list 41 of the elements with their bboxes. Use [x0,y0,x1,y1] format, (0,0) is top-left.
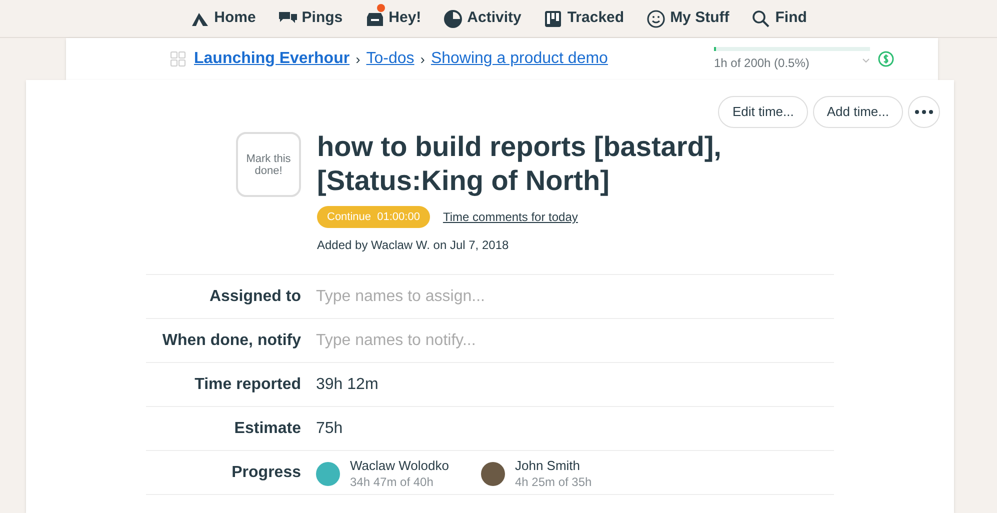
field-value: 39h 12m [316,374,378,394]
nav-link[interactable]: Find [751,7,807,30]
action-button[interactable]: Add time... [812,96,903,128]
mark-done-button[interactable]: Mark this done! [236,132,301,197]
person-name: Waclaw Wolodko [350,458,449,474]
budget-reading: 1h of 200h (0.5%) [714,54,810,72]
person-name: John Smith [514,458,582,474]
names-field[interactable]: Type names to notify... [316,328,834,352]
time-comments-link[interactable]: Time comments for today [442,208,578,226]
person-time: 34h 47m of 40h [350,474,434,490]
todo-title: how to build reports [bastard], [Status:King of North] [317,130,722,198]
nav-link[interactable]: Activity [443,7,522,30]
more-button[interactable] [908,96,940,128]
breadcrumb-link[interactable]: Launching Everhour [194,47,350,71]
nav-link[interactable]: Home [190,7,256,30]
field-label: Time reported [194,374,301,394]
breadcrumb-separator: › [356,50,360,68]
nav-link[interactable]: Tracked [543,7,624,30]
breadcrumb-separator: › [420,50,425,68]
field-label: When done, notify [161,330,301,350]
field-label: Progress [230,462,301,482]
names-field[interactable]: Type names to assign... [316,284,834,308]
person-time: 4h 25m of 35h [514,474,592,490]
field-label: Estimate [233,418,301,438]
dollar-icon[interactable] [878,51,894,67]
field-label: Assigned to [208,286,301,306]
nav-link[interactable]: Hey! [364,7,422,30]
breadcrumb-link[interactable]: Showing a product demo [430,47,608,71]
action-button[interactable]: Edit time... [718,96,808,128]
nav-link[interactable]: Pings [278,7,343,30]
pie-icon [443,8,464,28]
added-by-text: Added by Waclaw W. on Jul 7, 2018 [317,237,510,254]
ellipsis-icon [915,110,933,114]
board-icon [543,8,564,28]
chevron-down-icon[interactable] [862,58,870,64]
grid-icon [170,51,186,67]
field-value: 75h [316,418,343,438]
breadcrumb-link[interactable]: To-dos [366,47,414,71]
nav-link[interactable]: My Stuff [646,7,730,30]
search-icon [751,8,772,28]
smiley-icon [646,8,666,28]
